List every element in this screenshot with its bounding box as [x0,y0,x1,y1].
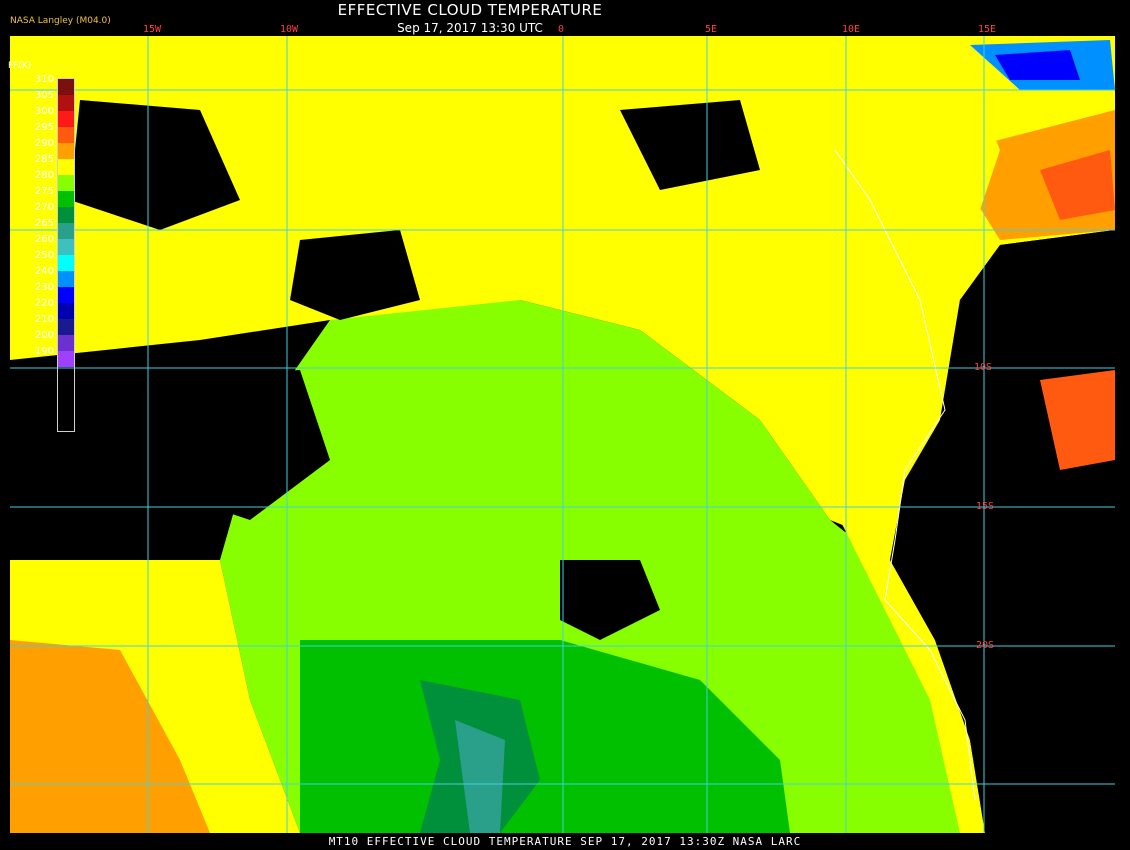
legend-label-200: 200 [34,330,54,341]
legend-label-190: 190 [34,346,54,357]
legend-swatch-210 [58,319,74,335]
lon-label-5e: 5E [705,24,718,35]
legend-label-295: 295 [34,122,54,133]
lat-label-15s: 15S [976,501,995,512]
source-label: NASA Langley (M04.0) [10,16,111,26]
clear-patch-3 [20,430,120,540]
legend-swatch-300 [58,111,74,127]
legend-title: FF(K) [8,61,32,71]
legend-label-310: 310 [34,74,54,85]
color-legend [57,78,75,432]
legend-swatch-295 [58,127,74,143]
legend-swatch-275 [58,191,74,207]
lat-label-10s: 10S [974,362,993,373]
lon-label-0: 0 [558,24,565,35]
legend-label-240: 240 [34,266,54,277]
legend-label-220: 220 [34,298,54,309]
footer-caption: MT10 EFFECTIVE CLOUD TEMPERATURE SEP 17,… [328,835,802,848]
legend-label-275: 275 [34,186,54,197]
lon-label-15e: 15E [978,24,997,35]
legend-swatch-305 [58,95,74,111]
legend-swatch-230 [58,287,74,303]
lon-label-15w: 15W [143,24,162,35]
legend-label-300: 300 [34,106,54,117]
legend-label-290: 290 [34,138,54,149]
legend-swatch-290 [58,143,74,159]
map-title: EFFECTIVE CLOUD TEMPERATURE [337,1,603,19]
legend-swatch-190 [58,351,74,367]
cold-cloud-darkblue [995,50,1080,80]
legend-swatch-240 [58,271,74,287]
legend-label-280: 280 [34,170,54,181]
legend-swatch-270 [58,207,74,223]
legend-label-305: 305 [34,90,54,101]
legend-swatch-280 [58,175,74,191]
lon-label-10w: 10W [280,24,299,35]
lon-label-10e: 10E [842,24,861,35]
legend-labels: 310 305 300 295 290 285 280 275 270 265 260 250 240 2… [24,72,54,360]
legend-swatch-260 [58,239,74,255]
legend-swatch-200 [58,335,74,351]
legend-label-285: 285 [34,154,54,165]
legend-label-270: 270 [34,202,54,213]
legend-label-260: 260 [34,234,54,245]
legend-swatch-265 [58,223,74,239]
map-subtitle: Sep 17, 2017 13:30 UTC [397,21,543,35]
legend-swatch-285 [58,159,74,175]
legend-label-210: 210 [34,314,54,325]
lat-label-20s: 20S [976,640,995,651]
legend-swatch-220 [58,303,74,319]
legend-label-250: 250 [34,250,54,261]
header: EFFECTIVE CLOUD TEMPERATURE Sep 17, 2017… [0,0,940,35]
legend-swatch-250 [58,255,74,271]
cloud-temperature-map [10,36,1115,833]
legend-label-230: 230 [34,282,54,293]
legend-label-265: 265 [34,218,54,229]
legend-swatch-310 [58,79,74,95]
